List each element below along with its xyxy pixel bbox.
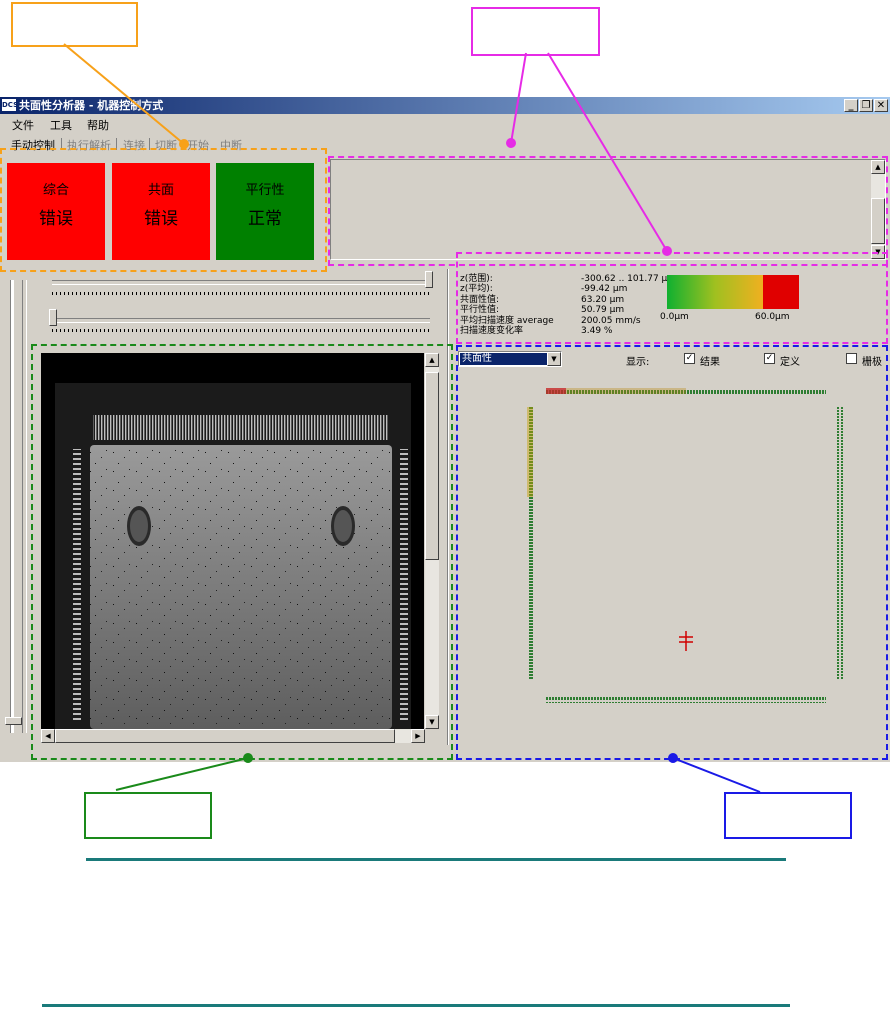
app-icon: DCS: [2, 99, 19, 111]
highlight-status-region: [0, 148, 327, 272]
highlight-stats-region: [456, 252, 888, 344]
vertical-slider-handle[interactable]: [5, 717, 22, 725]
vertical-slider-track: [22, 280, 27, 733]
close-icon[interactable]: ✕: [874, 99, 888, 112]
slider-track-top: [52, 280, 430, 285]
slider-ticks-bottom: [52, 329, 430, 332]
highlight-image-region: [31, 344, 453, 760]
highlight-log-region: [328, 156, 888, 266]
menu-file[interactable]: 文件: [12, 117, 34, 133]
menu-help[interactable]: 帮助: [87, 117, 109, 133]
slider-handle-top[interactable]: [425, 271, 433, 288]
callout-box-magenta: [471, 7, 600, 56]
highlight-plot-region: [456, 345, 888, 760]
window-title: 共面性分析器 - 机器控制方式: [19, 99, 164, 112]
callout-box-blue: [724, 792, 852, 839]
menu-bar: 文件 工具 帮助: [0, 114, 890, 133]
vertical-track: [10, 280, 14, 733]
callout-box-green: [84, 792, 212, 839]
divider-line: [86, 858, 786, 861]
slider-track-bottom: [52, 318, 430, 323]
slider-ticks-top: [52, 292, 430, 295]
minimize-icon[interactable]: _: [844, 99, 858, 112]
title-bar: DCS 共面性分析器 - 机器控制方式 _ ❐ ✕: [0, 97, 890, 114]
callout-box-orange: [11, 2, 138, 47]
slider-handle-bottom[interactable]: [49, 309, 57, 326]
divider-line: [42, 1004, 790, 1007]
menu-tools[interactable]: 工具: [50, 117, 72, 133]
maximize-icon[interactable]: ❐: [859, 99, 873, 112]
